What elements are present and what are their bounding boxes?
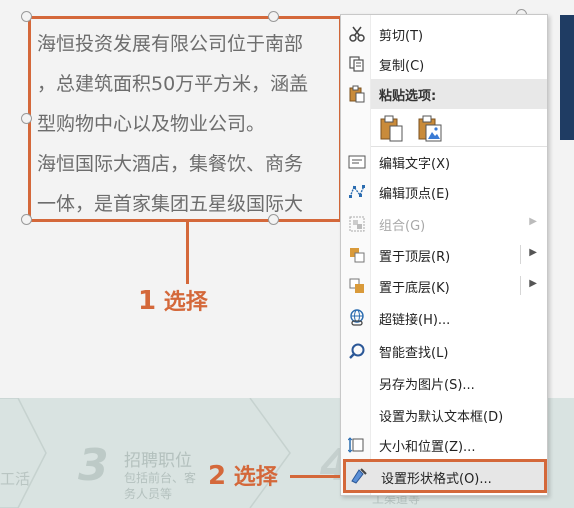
submenu-arrow-icon[interactable]: ▶ <box>529 247 537 258</box>
menu-item-save-as-picture[interactable]: 另存为图片(S)... <box>341 367 547 398</box>
paste-keep-formatting-button[interactable] <box>379 115 405 143</box>
smart-lookup-icon <box>347 341 367 361</box>
callout-2: 2 选择 <box>208 459 278 491</box>
callout-1: 1 选择 <box>138 284 208 316</box>
step-number-3: 3 <box>78 440 109 491</box>
format-shape-icon <box>349 466 369 486</box>
menu-item-size-position[interactable]: 大小和位置(Z)... <box>341 429 547 460</box>
text-line-5: 一体，是首家集团五星级国际大 <box>37 193 304 215</box>
submenu-arrow-icon: ▶ <box>529 216 537 227</box>
callout-2-number: 2 <box>208 461 227 491</box>
paste-options-row <box>379 111 459 147</box>
menu-item-set-default-textbox[interactable]: 设置为默认文本框(D) <box>341 399 547 430</box>
menu-item-copy[interactable]: 复制(C) <box>341 48 547 79</box>
menu-label-send-to-back: 置于底层(K) <box>379 281 450 296</box>
scissors-icon <box>347 24 367 44</box>
menu-label-copy: 复制(C) <box>379 59 425 74</box>
menu-item-send-to-back[interactable]: 置于底层(K) ▶ <box>341 270 547 301</box>
menu-label-edit-text: 编辑文字(X) <box>379 157 451 172</box>
menu-item-bring-to-front[interactable]: 置于顶层(R) ▶ <box>341 239 547 270</box>
text-line-4: 海恒国际大酒店，集餐饮、商务 <box>37 153 304 175</box>
bring-to-front-icon <box>347 245 367 265</box>
resize-handle-mid-left[interactable] <box>21 113 32 124</box>
resize-handle-top-mid[interactable] <box>268 11 279 22</box>
callout-2-line <box>290 475 342 478</box>
menu-label-save-as-picture: 另存为图片(S)... <box>379 378 475 393</box>
edit-points-icon <box>347 182 367 202</box>
edit-text-icon <box>347 152 367 172</box>
menu-label-format-shape: 设置形状格式(O)... <box>381 472 492 487</box>
paste-clipboard-icon <box>380 115 403 142</box>
context-menu: 剪切(T) 复制(C) 粘贴选项: 编辑文字(X) 编辑顶点(E) 组合(G) … <box>340 14 548 496</box>
paste-icon <box>347 84 367 104</box>
step-previous-label: 工活 <box>0 470 31 488</box>
step-desc-3-line2: 务人员等 <box>124 487 173 501</box>
text-line-1: 海恒投资发展有限公司位于南部 <box>37 33 304 55</box>
copy-icon <box>347 54 367 74</box>
resize-handle-bottom-left[interactable] <box>21 214 32 225</box>
menu-item-hyperlink[interactable]: 超链接(H)... <box>341 302 547 333</box>
menu-label-group: 组合(G) <box>379 219 426 234</box>
callout-1-number: 1 <box>138 286 157 316</box>
menu-item-group[interactable]: 组合(G) ▶ <box>341 208 547 239</box>
submenu-split <box>520 276 521 295</box>
hyperlink-icon <box>347 308 367 328</box>
paste-options-header: 粘贴选项: <box>371 79 547 109</box>
slide-accent-bar <box>560 15 574 140</box>
menu-label-set-default-textbox: 设置为默认文本框(D) <box>379 410 504 425</box>
callout-2-text: 选择 <box>233 465 278 490</box>
send-to-back-icon <box>347 276 367 296</box>
chevron-1 <box>0 398 47 508</box>
menu-item-edit-points[interactable]: 编辑顶点(E) <box>341 176 547 207</box>
resize-handle-top-left[interactable] <box>21 11 32 22</box>
selected-text-box[interactable]: 海恒投资发展有限公司位于南部 ，总建筑面积50万平方米，涵盖 型购物中心以及物业… <box>28 16 342 222</box>
step-title-3: 招聘职位 <box>124 451 192 471</box>
resize-handle-bottom-mid[interactable] <box>268 214 279 225</box>
menu-label-cut: 剪切(T) <box>379 29 424 44</box>
submenu-split <box>520 245 521 264</box>
submenu-arrow-icon[interactable]: ▶ <box>529 278 537 289</box>
text-line-2: ，总建筑面积50万平方米，涵盖 <box>37 73 309 95</box>
menu-label-hyperlink: 超链接(H)... <box>379 313 451 328</box>
group-icon <box>347 214 367 234</box>
menu-item-cut[interactable]: 剪切(T) <box>341 18 547 49</box>
menu-item-edit-text[interactable]: 编辑文字(X) <box>341 146 547 177</box>
paste-as-picture-button[interactable] <box>417 115 443 143</box>
chevron-2 <box>249 398 291 508</box>
size-position-icon <box>347 435 367 455</box>
menu-label-paste-options: 粘贴选项: <box>379 89 437 104</box>
paste-picture-icon <box>418 115 442 142</box>
callout-1-text: 选择 <box>163 290 208 315</box>
callout-1-line <box>186 222 189 284</box>
menu-item-smart-lookup[interactable]: 智能查找(L) <box>341 335 547 366</box>
menu-label-bring-to-front: 置于顶层(R) <box>379 250 451 265</box>
step-desc-3-line1: 包括前台、客 <box>124 471 197 485</box>
text-line-3: 型购物中心以及物业公司。 <box>37 113 266 135</box>
menu-label-smart-lookup: 智能查找(L) <box>379 346 449 361</box>
step-desc-3: 包括前台、客 务人员等 <box>124 470 196 502</box>
menu-label-size-position: 大小和位置(Z)... <box>379 440 476 455</box>
menu-label-edit-points: 编辑顶点(E) <box>379 187 450 202</box>
menu-item-format-shape[interactable]: 设置形状格式(O)... <box>343 459 547 493</box>
